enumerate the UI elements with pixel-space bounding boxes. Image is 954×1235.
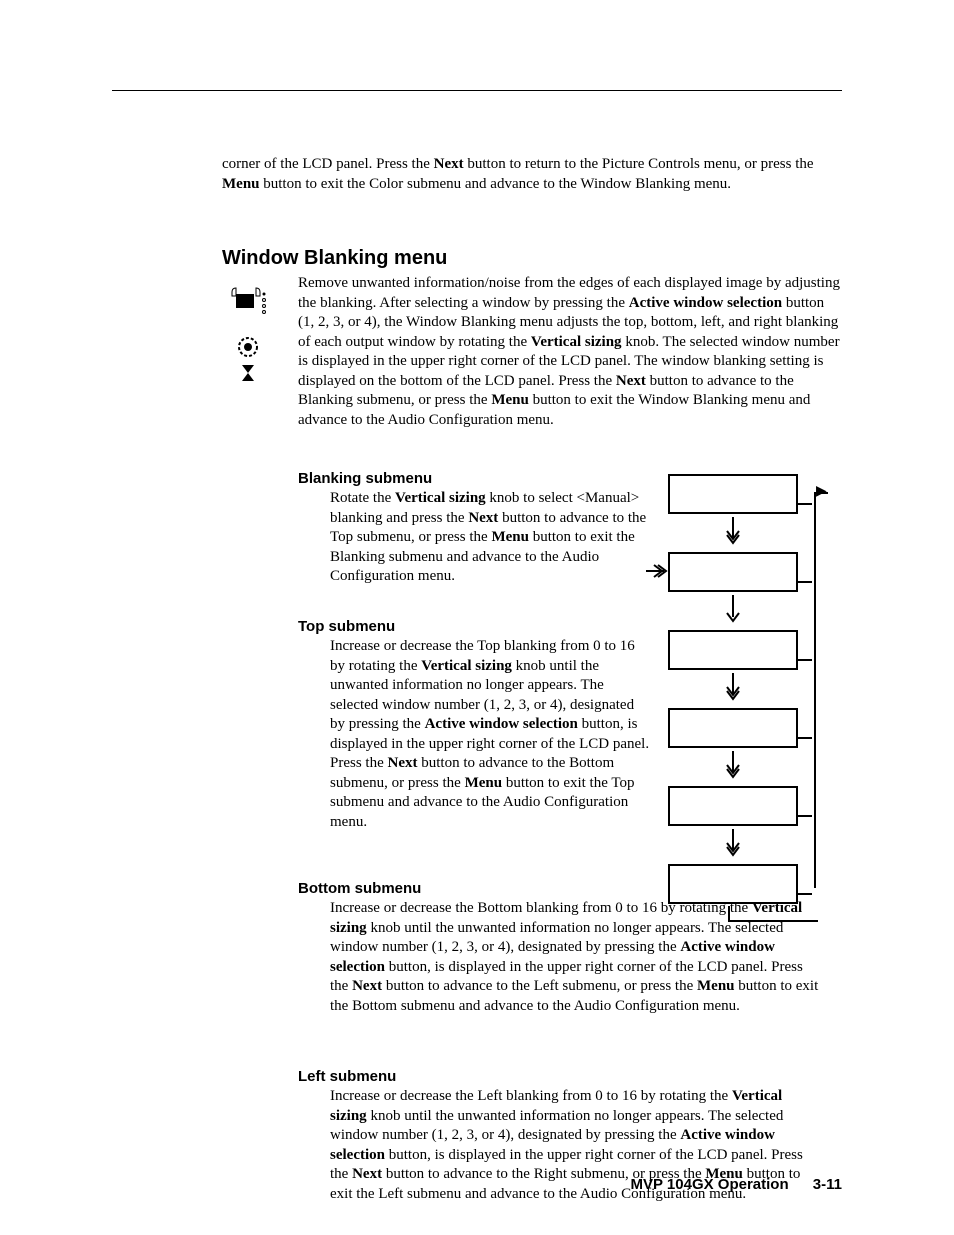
blanking-body: Rotate the Vertical sizing knob to selec…: [330, 489, 650, 587]
heading-left-submenu: Left submenu: [298, 1068, 842, 1085]
flowchart-tick: [798, 737, 812, 739]
bold: Vertical sizing: [395, 490, 486, 506]
bold: Vertical sizing: [531, 334, 622, 350]
flowchart-box: [668, 864, 798, 904]
flowchart-box: [668, 474, 798, 514]
bold: Menu: [491, 392, 529, 408]
flowchart-box: [668, 786, 798, 826]
bold: Next: [352, 1166, 382, 1182]
footer-title: MVP 104GX Operation: [631, 1176, 789, 1193]
flowchart-box: [668, 630, 798, 670]
text: button to return to the Picture Controls…: [464, 156, 814, 172]
arrow-down-icon: [668, 514, 798, 552]
text: Rotate the: [330, 490, 395, 506]
arrow-down-icon: [668, 826, 798, 864]
arrow-down-icon: [668, 670, 798, 708]
bold: Next: [468, 510, 498, 526]
margin-icons: [228, 280, 268, 388]
top-body: Increase or decrease the Top blanking fr…: [330, 637, 650, 832]
knob-icon: [237, 336, 259, 358]
header-rule: [112, 90, 842, 91]
bold: Next: [434, 156, 464, 172]
bold: Menu: [491, 529, 529, 545]
bottom-body: Increase or decrease the Bottom blanking…: [330, 899, 820, 1016]
heading-window-blanking: Window Blanking menu: [222, 247, 447, 270]
arrow-down-icon: [668, 592, 798, 630]
flowchart-tick: [798, 659, 812, 661]
arrow-down-icon: [668, 748, 798, 786]
bold: Active window selection: [629, 295, 782, 311]
flowchart-tick: [798, 815, 812, 817]
intro-paragraph: corner of the LCD panel. Press the Next …: [222, 155, 822, 194]
footer-page: 3-11: [813, 1176, 842, 1193]
flowchart-box: [668, 708, 798, 748]
flowchart-spacer: [668, 904, 798, 906]
intro-continuation: corner of the LCD panel. Press the Next …: [222, 155, 842, 194]
text: button to exit the Color submenu and adv…: [260, 176, 732, 192]
bold: Active window selection: [425, 716, 578, 732]
bold: Menu: [697, 978, 735, 994]
main-paragraph: Remove unwanted information/noise from t…: [298, 274, 842, 430]
bold: Next: [388, 755, 418, 771]
bold: Menu: [222, 176, 260, 192]
flowchart-tick: [798, 503, 812, 505]
text: Increase or decrease the Left blanking f…: [330, 1088, 732, 1104]
text: corner of the LCD panel. Press the: [222, 156, 434, 172]
flowchart-tick: [798, 893, 812, 895]
flowchart-tick: [798, 581, 812, 583]
bold: Next: [616, 373, 646, 389]
bold: Next: [352, 978, 382, 994]
bold: Vertical sizing: [421, 658, 512, 674]
footer: MVP 104GX Operation 3-11: [631, 1176, 842, 1193]
hourglass-icon: [241, 364, 255, 382]
lcd-panel-icon: [228, 286, 268, 318]
flowchart-tail-h: [728, 920, 818, 922]
flowchart: ▶: [668, 474, 842, 906]
flowchart-sideline: [814, 494, 816, 888]
flowchart-box: [668, 552, 798, 592]
text: button to advance to the Left submenu, o…: [382, 978, 697, 994]
arrow-right-double-icon: [646, 563, 670, 584]
bold: Menu: [465, 775, 503, 791]
